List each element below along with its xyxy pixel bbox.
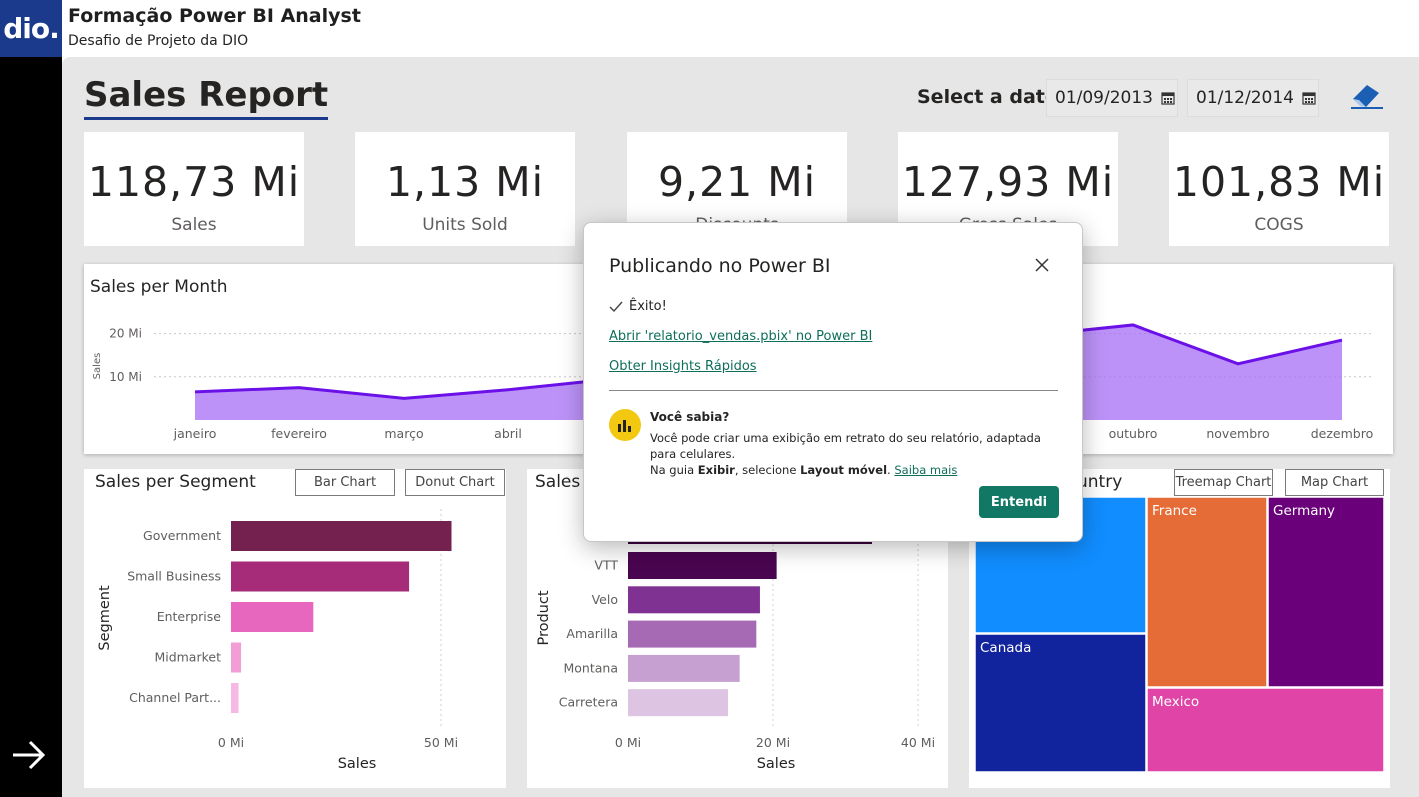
app-header: dio. Formação Power BI Analyst Desafio d… xyxy=(0,0,1419,57)
calendar-icon[interactable] xyxy=(1302,91,1316,105)
x-tick-label: 0 Mi xyxy=(615,735,641,750)
x-tick-label: janeiro xyxy=(173,426,217,441)
category-label: Channel Part... xyxy=(129,690,221,705)
bar xyxy=(231,602,314,632)
tip-body: Você pode criar uma exibição em retrato … xyxy=(650,430,1050,478)
kpi-value: 127,93 Mi xyxy=(901,158,1115,206)
bar xyxy=(231,683,239,713)
kpi-value: 101,83 Mi xyxy=(1172,158,1386,206)
x-tick-label: outubro xyxy=(1109,426,1158,441)
tile-label: Mexico xyxy=(1152,694,1199,710)
bar xyxy=(231,642,242,673)
kpi-label: COGS xyxy=(1254,215,1304,235)
report-title: Sales Report xyxy=(84,75,329,120)
kpi-value: 118,73 Mi xyxy=(87,158,301,206)
tip-line-1: Você pode criar uma exibição em retrato … xyxy=(650,431,1041,461)
category-label: Small Business xyxy=(127,569,221,584)
y-tick-label: 10 Mi xyxy=(109,370,142,384)
dio-logo: dio. xyxy=(0,0,62,57)
kpi-label: Sales xyxy=(171,215,217,235)
app-title: Formação Power BI Analyst xyxy=(68,5,361,27)
x-tick-label: fevereiro xyxy=(271,426,327,441)
sales-per-segment-chart: 0 Mi 50 Mi Government Small Business Enterpr… xyxy=(97,509,458,772)
bar xyxy=(231,561,410,592)
publish-dialog: Publicando no Power BI Êxito! Abrir 'rel… xyxy=(583,222,1083,542)
date-end-value: 01/12/2014 xyxy=(1196,88,1294,108)
kpi-value: 1,13 Mi xyxy=(385,158,545,206)
bar xyxy=(628,620,757,648)
power-bi-window: dio. Formação Power BI Analyst Desafio d… xyxy=(0,0,1419,797)
category-label: Enterprise xyxy=(157,609,222,624)
category-label: VTT xyxy=(594,558,618,573)
x-tick-label: 20 Mi xyxy=(756,735,790,750)
x-tick-label: dezembro xyxy=(1311,426,1374,441)
eraser-icon[interactable] xyxy=(1349,79,1385,111)
x-tick-label: 40 Mi xyxy=(901,735,935,750)
category-label: Carretera xyxy=(559,695,618,710)
bar xyxy=(628,689,729,717)
bar xyxy=(628,586,760,614)
category-label: Amarilla xyxy=(566,626,618,641)
app-subtitle: Desafio de Projeto da DIO xyxy=(68,33,249,49)
success-text: Êxito! xyxy=(629,299,667,314)
date-label: Select a date: xyxy=(917,86,1066,108)
y-tick-label: 20 Mi xyxy=(109,327,142,341)
x-axis-label: Sales xyxy=(338,756,377,772)
bar xyxy=(628,552,777,579)
x-tick-label: 0 Mi xyxy=(218,735,244,750)
bar xyxy=(231,521,452,551)
calendar-icon[interactable] xyxy=(1161,91,1175,105)
open-in-power-bi-link[interactable]: Abrir 'relatorio_vendas.pbix' no Power B… xyxy=(609,329,872,344)
category-label: Velo xyxy=(592,592,618,607)
y-axis-label: Segment xyxy=(97,585,113,651)
date-end-input[interactable]: 01/12/2014 xyxy=(1187,79,1319,117)
kpi-label: Units Sold xyxy=(422,215,508,235)
quick-insights-link[interactable]: Obter Insights Rápidos xyxy=(609,359,757,374)
date-start-input[interactable]: 01/09/2013 xyxy=(1046,79,1178,117)
category-label: Montana xyxy=(564,660,619,675)
lightbulb-chart-icon xyxy=(609,409,641,441)
learn-more-link[interactable]: Saiba mais xyxy=(894,463,957,477)
y-axis-label: Product xyxy=(536,590,552,645)
x-tick-label: 50 Mi xyxy=(424,735,458,750)
bar xyxy=(628,654,740,682)
tile-label: France xyxy=(1152,503,1197,519)
kpi-card-units-sold: 1,13 Mi Units Sold xyxy=(355,132,575,246)
tip-title: Você sabia? xyxy=(650,410,730,424)
sales-per-segment-panel: Sales per Segment Bar Chart Donut Chart … xyxy=(84,469,506,788)
dialog-divider xyxy=(609,390,1058,391)
x-tick-label: abril xyxy=(494,426,522,441)
dialog-title: Publicando no Power BI xyxy=(609,255,831,277)
tile-label: Germany xyxy=(1273,503,1335,519)
kpi-value: 9,21 Mi xyxy=(657,158,817,206)
kpi-card-cogs: 101,83 Mi COGS xyxy=(1169,132,1389,246)
y-axis-label: Sales xyxy=(92,353,103,380)
success-message: Êxito! xyxy=(609,299,667,314)
kpi-card-sales: 118,73 Mi Sales xyxy=(84,132,304,246)
x-axis-label: Sales xyxy=(757,756,796,772)
close-icon[interactable] xyxy=(1034,257,1050,273)
tile-label: Canada xyxy=(980,640,1031,656)
date-start-value: 01/09/2013 xyxy=(1055,88,1153,108)
checkmark-icon xyxy=(609,301,623,312)
treemap-tile xyxy=(1267,496,1385,688)
x-tick-label: novembro xyxy=(1206,426,1269,441)
tip-line-2: Na guia Exibir, selecione Layout móvel. … xyxy=(650,463,958,477)
category-label: Midmarket xyxy=(154,650,221,665)
arrow-right-icon[interactable] xyxy=(10,737,48,773)
left-sidebar xyxy=(0,57,62,797)
got-it-button[interactable]: Entendi xyxy=(979,486,1059,518)
treemap-tile xyxy=(1146,496,1268,688)
category-label: Government xyxy=(143,528,221,543)
x-tick-label: março xyxy=(384,426,423,441)
logo-text: dio. xyxy=(3,12,60,45)
